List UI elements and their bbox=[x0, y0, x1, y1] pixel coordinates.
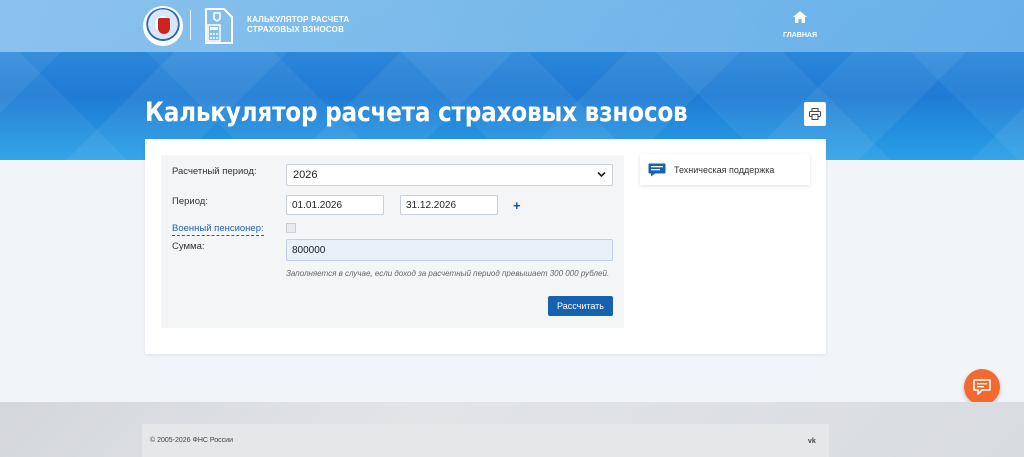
date-from-input[interactable] bbox=[286, 195, 384, 215]
period-select[interactable]: 2026 bbox=[286, 164, 613, 186]
tech-support-link[interactable]: Техническая поддержка bbox=[640, 154, 810, 185]
home-icon bbox=[793, 11, 807, 23]
logo-divider bbox=[190, 10, 191, 40]
sum-hint: Заполняется в случае, если доход за расч… bbox=[286, 269, 610, 278]
add-period-button[interactable]: + bbox=[513, 198, 521, 213]
calculate-button[interactable]: Рассчитать bbox=[548, 296, 613, 316]
copyright-text: © 2005-2026 ФНС России bbox=[150, 437, 233, 444]
sum-label: Сумма: bbox=[172, 241, 205, 252]
sum-input[interactable] bbox=[286, 239, 613, 261]
calculator-logo-icon[interactable] bbox=[200, 7, 236, 45]
period-label: Расчетный период: bbox=[172, 166, 257, 177]
print-button[interactable] bbox=[804, 102, 826, 126]
brand-line-2: страховых взносов bbox=[247, 25, 345, 34]
print-icon bbox=[809, 108, 821, 120]
fns-emblem-logo[interactable] bbox=[143, 6, 183, 46]
military-pensioner-link[interactable]: Военный пенсионер: bbox=[172, 223, 264, 236]
brand-line-1: Калькулятор расчета bbox=[247, 15, 350, 24]
tech-support-label: Техническая поддержка bbox=[674, 164, 775, 175]
footer: © 2005-2026 ФНС России vk bbox=[142, 424, 829, 457]
chat-bubble-icon bbox=[973, 379, 991, 395]
page-title: Калькулятор расчета страховых взносов bbox=[145, 97, 688, 128]
brand-title[interactable]: Калькулятор расчета страховых взносов bbox=[247, 15, 349, 35]
period-select-value: 2026 bbox=[293, 169, 318, 181]
date-to-input[interactable] bbox=[400, 195, 498, 215]
chat-widget-button[interactable] bbox=[964, 369, 1000, 405]
nav-home-link[interactable]: ГЛАВНАЯ bbox=[780, 10, 820, 39]
military-pensioner-checkbox[interactable] bbox=[286, 223, 296, 233]
support-chat-icon bbox=[648, 163, 666, 176]
nav-home-label: ГЛАВНАЯ bbox=[783, 32, 817, 39]
chevron-down-icon bbox=[597, 171, 606, 178]
vk-icon[interactable]: vk bbox=[808, 438, 816, 445]
range-label: Период: bbox=[172, 196, 208, 207]
